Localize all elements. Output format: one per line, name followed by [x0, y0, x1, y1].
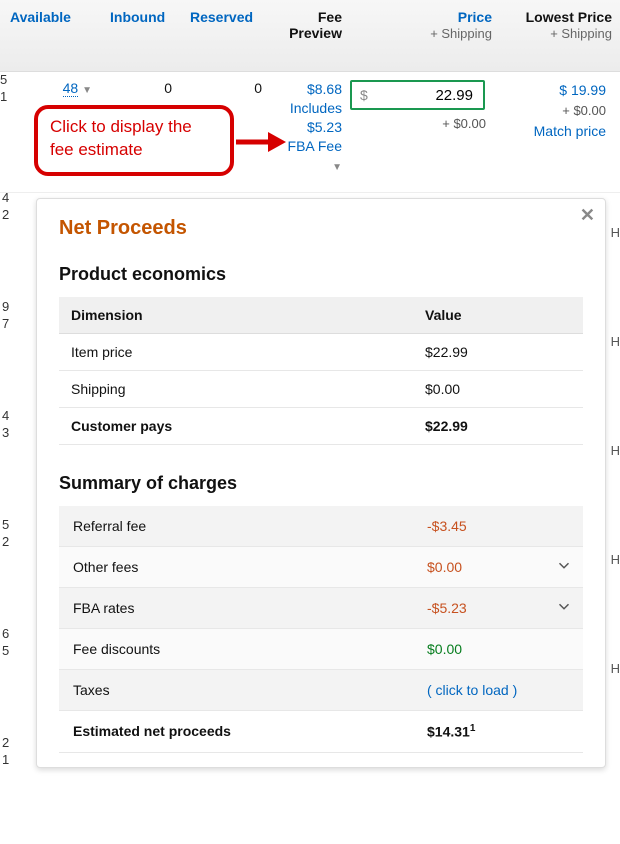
table-row: Shipping$0.00	[59, 371, 583, 408]
net-proceeds-row: Estimated net proceeds $14.311	[59, 711, 583, 753]
dimension-header: Dimension	[59, 297, 413, 334]
annotation-callout: Click to display the fee estimate	[34, 105, 234, 176]
reserved-cell: 0	[180, 80, 270, 96]
col-lowest-price: Lowest Price + Shipping	[500, 0, 620, 71]
price-shipping: + $0.00	[350, 110, 492, 131]
lowest-price: $ 19.99	[559, 82, 606, 98]
close-icon[interactable]: ✕	[580, 205, 595, 226]
summary-charges-table: Referral fee -$3.45 Other fees $0.00 FBA…	[59, 506, 583, 753]
table-row: Referral fee -$3.45	[59, 506, 583, 547]
click-to-load-link[interactable]: ( click to load )	[427, 682, 517, 698]
net-proceeds-panel: ✕ Net Proceeds Product economics Dimensi…	[36, 198, 606, 768]
available-cell[interactable]: 48 ▼	[0, 80, 100, 96]
table-row: Other fees $0.00	[59, 547, 583, 588]
table-row: FBA rates -$5.23	[59, 588, 583, 629]
chevron-down-icon[interactable]	[555, 557, 573, 578]
product-economics-heading: Product economics	[59, 264, 583, 285]
panel-title: Net Proceeds	[59, 217, 583, 240]
price-input-wrapper[interactable]: $	[350, 80, 485, 110]
col-fee-preview: Fee Preview	[270, 0, 350, 71]
table-row: Fee discounts $0.00	[59, 629, 583, 670]
inventory-header: Available Inbound Reserved Fee Preview P…	[0, 0, 620, 72]
dollar-icon: $	[360, 87, 368, 103]
summary-charges-heading: Summary of charges	[59, 473, 583, 494]
chevron-down-icon[interactable]	[555, 598, 573, 619]
col-price[interactable]: Price + Shipping	[350, 0, 500, 71]
table-row: Taxes ( click to load )	[59, 670, 583, 711]
col-reserved[interactable]: Reserved	[180, 0, 270, 71]
price-input[interactable]	[368, 86, 475, 105]
col-inbound[interactable]: Inbound	[100, 0, 180, 71]
background-rows: 42H 97H 43H 52H 65H 21	[0, 190, 30, 844]
inbound-cell: 0	[100, 80, 180, 96]
lowest-shipping: + $0.00	[562, 103, 606, 118]
match-price-link[interactable]: Match price	[534, 123, 606, 139]
table-row: Customer pays$22.99	[59, 408, 583, 445]
col-available[interactable]: Available	[0, 0, 100, 71]
table-row: Item price$22.99	[59, 334, 583, 371]
arrow-icon	[236, 127, 286, 157]
value-header: Value	[413, 297, 583, 334]
chevron-down-icon[interactable]: ▼	[82, 85, 92, 96]
chevron-down-icon[interactable]: ▼	[332, 162, 342, 173]
product-economics-table: Dimension Value Item price$22.99 Shippin…	[59, 297, 583, 445]
